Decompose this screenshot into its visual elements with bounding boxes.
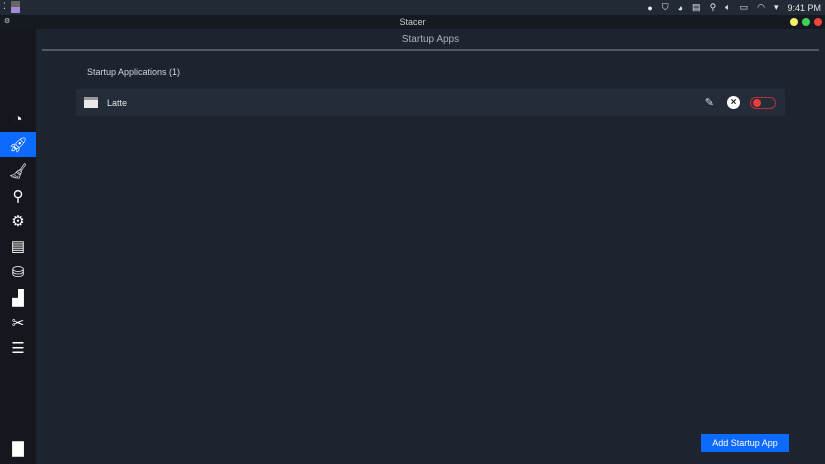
- section-label: Startup Applications (1): [87, 67, 181, 77]
- delete-x-icon[interactable]: ×: [727, 96, 740, 109]
- clipboard-icon[interactable]: ▤: [692, 2, 701, 13]
- sidebar-processes-icon[interactable]: ▤: [0, 233, 36, 258]
- sidebar-uninstaller-icon[interactable]: ⛁: [0, 259, 36, 284]
- stacer-tray-icon[interactable]: ◕: [678, 3, 683, 13]
- clock[interactable]: 9:41 PM: [787, 3, 821, 13]
- maximize-button[interactable]: [802, 18, 810, 26]
- sidebar-resources-chart-icon[interactable]: ▟: [0, 285, 36, 310]
- page-title: Startup Apps: [42, 29, 819, 51]
- edit-pencil-icon[interactable]: ✎: [705, 96, 714, 109]
- sidebar-services-gear-icon[interactable]: ⚙: [0, 208, 36, 233]
- system-top-bar: ⁚ ● ⛉ ◕ ▤ ⚲ 🔈︎ ▭ ◠ ▾ 9:41 PM: [0, 0, 825, 15]
- minimize-button[interactable]: [790, 18, 798, 26]
- chevron-down-icon[interactable]: ▾: [774, 2, 779, 13]
- drop-icon[interactable]: ●: [647, 3, 652, 13]
- sidebar-dashboard-icon[interactable]: ◔: [0, 107, 36, 132]
- app-window-icon: [84, 97, 98, 108]
- window-title: Stacer: [399, 17, 426, 27]
- list-item[interactable]: Latte ✎ ×: [76, 89, 785, 116]
- location-icon[interactable]: ⚲: [710, 2, 717, 13]
- wifi-icon[interactable]: ◠: [757, 2, 765, 13]
- sidebar: ◔ 🚀︎ 🧹︎ ⚲ ⚙ ▤ ⛁ ▟ ✂ ☰ ▇: [0, 29, 36, 464]
- sidebar-tools-icon[interactable]: ✂: [0, 310, 36, 335]
- sidebar-settings-sliders-icon[interactable]: ☰: [0, 335, 36, 360]
- volume-icon[interactable]: 🔈︎: [725, 2, 730, 13]
- enable-toggle[interactable]: [750, 96, 776, 109]
- shield-icon[interactable]: ⛉: [662, 2, 669, 13]
- sidebar-startup-apps-rocket-icon[interactable]: 🚀︎: [0, 132, 36, 157]
- window-titlebar: ⚙ Stacer: [0, 15, 825, 29]
- app-name: Latte: [107, 97, 128, 108]
- window-menu-icon[interactable]: ⚙: [4, 15, 10, 29]
- battery-icon[interactable]: ▭: [740, 2, 749, 13]
- close-button[interactable]: [814, 18, 822, 26]
- add-startup-app-button[interactable]: Add Startup App: [701, 434, 789, 452]
- sidebar-cleaner-broom-icon[interactable]: 🧹︎: [0, 158, 36, 183]
- app-launcher-icon[interactable]: ⁚: [3, 1, 6, 13]
- sidebar-search-icon[interactable]: ⚲: [0, 183, 36, 208]
- workspace-icon[interactable]: [10, 1, 20, 13]
- sidebar-feedback-chat-icon[interactable]: ▇: [0, 435, 36, 460]
